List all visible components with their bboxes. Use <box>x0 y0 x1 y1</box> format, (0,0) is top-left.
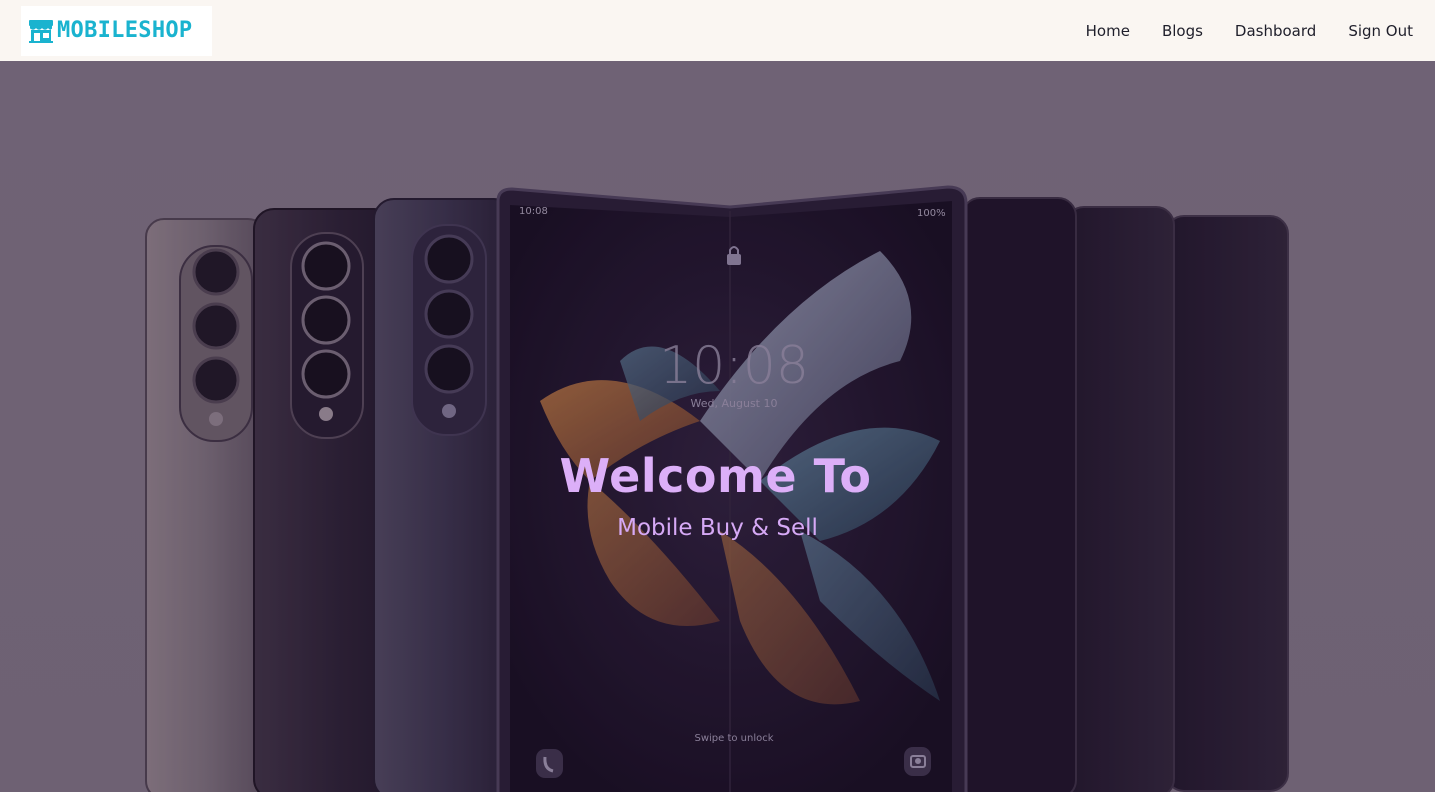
nav-home-link[interactable]: Home <box>1086 22 1130 40</box>
nav-blogs-link[interactable]: Blogs <box>1162 22 1203 40</box>
logo-link[interactable]: MOBILESHOP <box>21 5 212 56</box>
logo-text: MOBILESHOP <box>57 18 193 43</box>
nav-sign-out-link[interactable]: Sign Out <box>1348 22 1413 40</box>
hero-title: Welcome To <box>559 449 872 503</box>
nav-dashboard-link[interactable]: Dashboard <box>1235 22 1316 40</box>
hero-banner: 10:08 100% 10:08 Wed, August 10 Swipe to… <box>0 61 1435 792</box>
store-icon <box>29 19 53 43</box>
hero-text-block: Welcome To Mobile Buy & Sell <box>0 449 1435 541</box>
hero-subtitle: Mobile Buy & Sell <box>617 515 818 541</box>
nav-links: Home Blogs Dashboard Sign Out <box>1054 22 1413 40</box>
hero-overlay <box>0 61 1435 792</box>
top-navbar: MOBILESHOP Home Blogs Dashboard Sign Out <box>0 0 1435 61</box>
